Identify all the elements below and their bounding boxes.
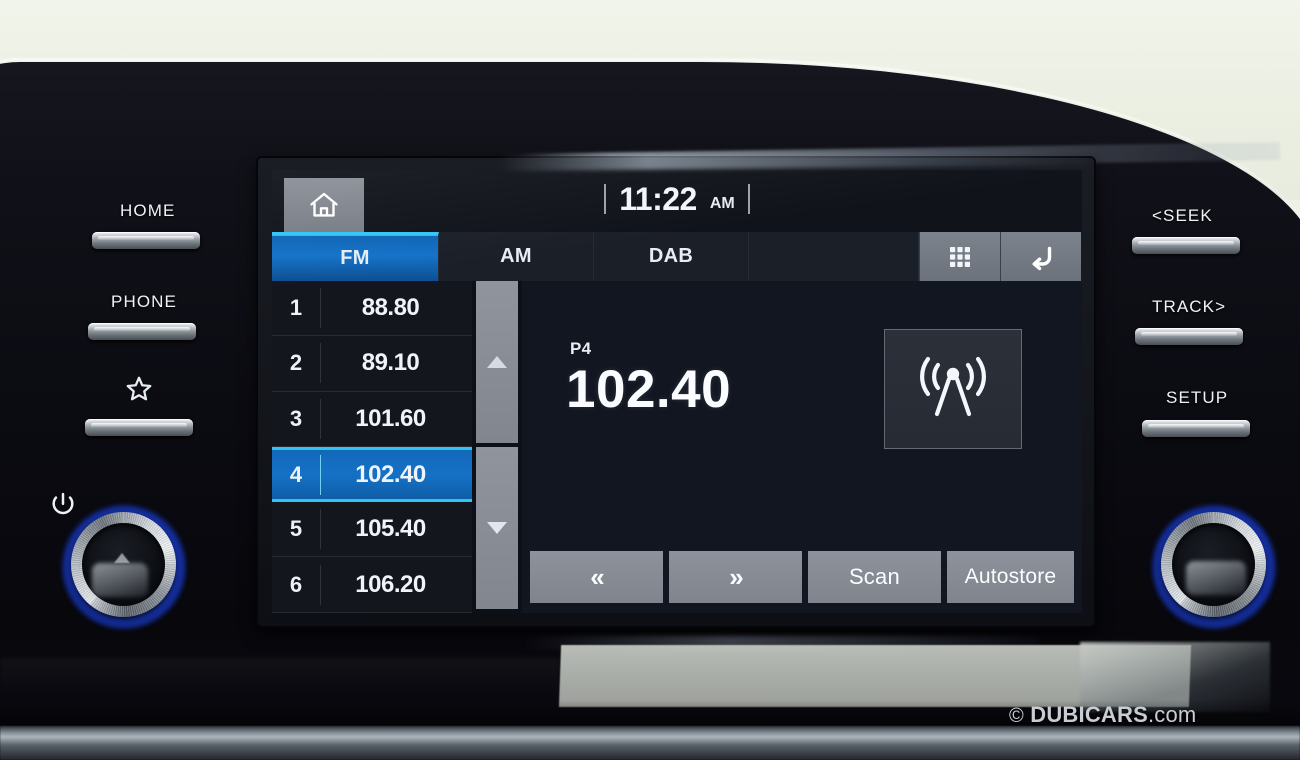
home-icon-button[interactable]	[284, 178, 364, 232]
scroll-down-button[interactable]	[476, 447, 518, 609]
track-hard-button[interactable]	[1135, 328, 1243, 345]
preset-row-1[interactable]: 1 88.80	[272, 281, 472, 337]
preset-row-4[interactable]: 4 102.40	[272, 446, 472, 503]
preset-number: 1	[289, 295, 303, 321]
dash-reflection-left	[0, 658, 560, 702]
seek-up-label: »	[729, 561, 744, 592]
watermark: © DUBICARS.com	[1009, 702, 1196, 728]
preset-frequency: 102.40	[355, 460, 426, 488]
band-tabs[interactable]: FM AM DAB	[272, 232, 1082, 281]
watermark-tld: .com	[1147, 702, 1197, 727]
dash-chrome-edge	[0, 726, 1300, 760]
now-playing-panel: P4 102.40 « » Scan Autostore	[522, 281, 1082, 613]
scroll-down-icon	[487, 522, 507, 534]
setup-hard-button[interactable]	[1142, 420, 1250, 437]
home-hard-button[interactable]	[92, 232, 200, 249]
infotainment-screen[interactable]: 11:22 AM FM AM DAB 1 88.80 2 89.10 3 101…	[272, 170, 1082, 613]
apps-grid-button[interactable]	[919, 232, 1000, 281]
preset-number: 4	[289, 461, 303, 487]
autostore-button[interactable]: Autostore	[946, 551, 1074, 603]
station-artwork	[884, 329, 1022, 449]
volume-knob[interactable]	[62, 505, 186, 629]
status-bar: 11:22 AM	[272, 170, 1082, 232]
back-button[interactable]	[1000, 232, 1081, 281]
seek-down-button[interactable]: «	[530, 551, 663, 603]
watermark-brand: DUBICARS	[1030, 702, 1148, 727]
transport-controls[interactable]: « » Scan Autostore	[522, 551, 1082, 603]
seek-button-label: <SEEK	[1152, 206, 1213, 225]
preset-row-2[interactable]: 2 89.10	[272, 336, 472, 392]
phone-hard-button[interactable]	[88, 323, 196, 340]
scroll-up-button[interactable]	[476, 281, 518, 443]
radio-tower-icon	[907, 348, 999, 430]
apps-grid-icon	[947, 244, 973, 270]
preset-number: 5	[289, 516, 303, 542]
tab-dab[interactable]: DAB	[594, 232, 749, 281]
tab-fm[interactable]: FM	[272, 232, 439, 281]
preset-number: 2	[289, 350, 303, 376]
clock-time: 11:22	[619, 180, 697, 217]
preset-frequency: 101.60	[355, 404, 426, 432]
clock-divider-right	[747, 184, 750, 214]
scan-button[interactable]: Scan	[807, 551, 941, 603]
seek-up-button[interactable]: »	[668, 551, 802, 603]
knob-reflection	[92, 563, 148, 597]
preset-scrollbar[interactable]	[472, 281, 522, 613]
preset-row-3[interactable]: 3 101.60	[272, 391, 472, 447]
home-icon	[307, 190, 341, 220]
preset-row-5[interactable]: 5 105.40	[272, 502, 472, 558]
watermark-copyright: ©	[1009, 705, 1024, 727]
preset-frequency: 88.80	[361, 294, 420, 322]
seek-hard-button[interactable]	[1132, 237, 1240, 254]
home-button-label: HOME	[120, 201, 176, 220]
tab-empty[interactable]	[749, 232, 919, 281]
preset-number: 3	[289, 405, 303, 431]
preset-frequency: 105.40	[355, 515, 426, 543]
clock: 11:22 AM	[272, 176, 1082, 222]
preset-frequency: 106.20	[355, 570, 426, 598]
phone-button-label: PHONE	[111, 292, 177, 311]
tab-am[interactable]: AM	[439, 232, 594, 281]
current-frequency: 102.40	[566, 360, 732, 419]
preset-list[interactable]: 1 88.80 2 89.10 3 101.60 4 102.40 5 105.…	[272, 281, 472, 613]
scroll-up-icon	[487, 356, 507, 368]
preset-frequency: 89.10	[361, 349, 420, 377]
clock-ampm: AM	[709, 195, 735, 212]
preset-number: 6	[289, 571, 303, 597]
star-icon	[124, 374, 154, 404]
current-preset-label: P4	[570, 339, 592, 358]
knob-indicator	[114, 553, 130, 563]
seek-down-label: «	[590, 561, 605, 592]
track-button-label: TRACK>	[1152, 297, 1227, 316]
knob-reflection	[1186, 561, 1246, 595]
infotainment-photo: HOME PHONE <SEEK TRACK> SETUP 11:22 AM F…	[0, 0, 1300, 760]
back-arrow-icon	[1025, 242, 1057, 272]
favorites-hard-button[interactable]	[85, 419, 193, 436]
preset-row-6[interactable]: 6 106.20	[272, 557, 472, 613]
setup-button-label: SETUP	[1166, 388, 1229, 407]
tune-knob[interactable]	[1152, 505, 1276, 629]
